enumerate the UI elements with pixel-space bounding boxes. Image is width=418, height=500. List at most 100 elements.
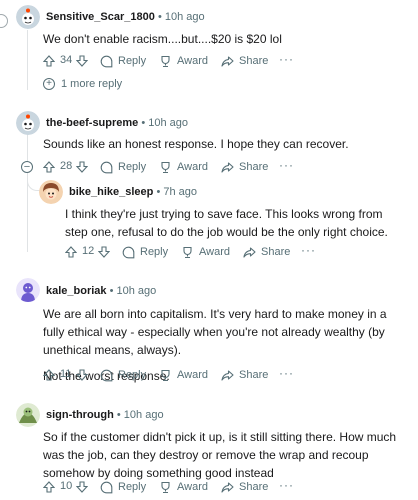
username[interactable]: the-beef-supreme [46, 117, 138, 129]
share-button[interactable]: Share [221, 478, 268, 496]
comment-author[interactable]: Sensitive_Scar_1800 • 10h ago [46, 11, 205, 23]
username[interactable]: bike_hike_sleep [69, 186, 153, 198]
upvote-icon [43, 161, 55, 173]
upvote-icon [43, 369, 55, 381]
downvote-icon [98, 246, 110, 258]
award-icon [161, 481, 170, 493]
upvote-button[interactable] [43, 158, 55, 176]
more-options-icon[interactable]: ··· [279, 158, 294, 172]
avatar[interactable] [16, 278, 40, 302]
reply-button[interactable]: Reply [100, 52, 146, 70]
reply-button[interactable]: Reply [100, 478, 146, 496]
comment-actions: 10 Reply Award Share ··· [43, 478, 403, 496]
comment-author[interactable]: sign-through • 10h ago [46, 409, 164, 421]
share-icon [221, 369, 234, 381]
share-icon [221, 481, 234, 493]
award-button[interactable]: Award [159, 366, 208, 384]
comment-actions: 11 Reply Award Share ··· [43, 366, 403, 384]
share-label: Share [261, 246, 291, 258]
upvote-button[interactable] [43, 366, 55, 384]
award-button[interactable]: Award [159, 478, 208, 496]
avatar[interactable] [16, 403, 40, 427]
award-icon [161, 55, 170, 67]
collapse-thread-button[interactable]: − [21, 161, 33, 173]
award-label: Award [177, 481, 208, 493]
comment-text: So if the customer didn't pick it up, is… [43, 430, 397, 480]
share-icon [221, 55, 234, 67]
avatar[interactable] [16, 5, 40, 29]
more-options-icon[interactable]: ··· [279, 366, 294, 380]
award-label: Award [199, 246, 230, 258]
comment-bubble-icon [100, 481, 113, 493]
comment-author[interactable]: bike_hike_sleep • 7h ago [69, 186, 197, 198]
more-options-icon[interactable]: ··· [301, 243, 316, 257]
more-options-icon[interactable]: ··· [279, 52, 294, 66]
comment-bubble-icon [100, 55, 113, 67]
award-icon [161, 369, 170, 381]
upvote-button[interactable] [65, 243, 77, 261]
share-button[interactable]: Share [221, 366, 268, 384]
comment-author[interactable]: kale_boriak • 10h ago [46, 285, 156, 297]
comment-text: Sounds like an honest response. I hope t… [43, 137, 349, 151]
plus-icon: + [43, 78, 55, 90]
downvote-button[interactable] [76, 158, 88, 176]
comment-bubble-icon [122, 246, 135, 258]
comment-body: Sounds like an honest response. I hope t… [43, 135, 403, 153]
share-label: Share [239, 55, 269, 67]
username[interactable]: sign-through [46, 409, 114, 421]
downvote-icon [76, 369, 88, 381]
award-button[interactable]: Award [159, 158, 208, 176]
comment-bubble-icon [100, 161, 113, 173]
parent-thread-toggle[interactable] [0, 14, 8, 28]
comment-actions: 28 Reply Award Share ··· [43, 158, 403, 176]
reply-label: Reply [118, 161, 147, 173]
reply-button[interactable]: Reply [122, 243, 168, 261]
username[interactable]: Sensitive_Scar_1800 [46, 11, 155, 23]
comment-body: So if the customer didn't pick it up, is… [43, 428, 411, 482]
upvote-button[interactable] [43, 478, 55, 496]
share-button[interactable]: Share [221, 158, 268, 176]
more-replies-link[interactable]: + 1 more reply [43, 78, 122, 90]
reply-label: Reply [118, 481, 147, 493]
timestamp: • 10h ago [141, 117, 189, 129]
comment-actions: 34 Reply Award Share ··· [43, 52, 403, 70]
downvote-button[interactable] [76, 366, 88, 384]
avatar[interactable] [39, 180, 63, 204]
share-label: Share [239, 369, 269, 381]
comment-body: I think they're just trying to save face… [65, 205, 395, 241]
share-button[interactable]: Share [221, 52, 268, 70]
reply-label: Reply [118, 55, 147, 67]
reply-button[interactable]: Reply [100, 366, 146, 384]
award-icon [183, 246, 192, 258]
award-button[interactable]: Award [181, 243, 230, 261]
reply-button[interactable]: Reply [100, 158, 146, 176]
vote-count: 11 [60, 368, 72, 380]
share-label: Share [239, 161, 269, 173]
more-replies-label: 1 more reply [61, 78, 123, 90]
downvote-button[interactable] [98, 243, 110, 261]
upvote-button[interactable] [43, 52, 55, 70]
award-icon [161, 161, 170, 173]
award-button[interactable]: Award [159, 52, 208, 70]
share-icon [243, 246, 256, 258]
award-label: Award [177, 161, 208, 173]
upvote-icon [65, 246, 77, 258]
comment-text: We don't enable racism....but....$20 is … [43, 32, 282, 46]
thread-line [27, 30, 28, 90]
timestamp: • 10h ago [157, 11, 205, 23]
downvote-button[interactable] [76, 478, 88, 496]
avatar[interactable] [16, 111, 40, 135]
downvote-icon [76, 481, 88, 493]
award-label: Award [177, 55, 208, 67]
more-options-icon[interactable]: ··· [279, 478, 294, 492]
upvote-icon [43, 55, 55, 67]
vote-count: 34 [60, 54, 73, 66]
share-button[interactable]: Share [243, 243, 290, 261]
comment-author[interactable]: the-beef-supreme • 10h ago [46, 117, 188, 129]
timestamp: • 10h ago [109, 285, 157, 297]
username[interactable]: kale_boriak [46, 285, 107, 297]
downvote-button[interactable] [76, 52, 88, 70]
vote-count: 10 [60, 480, 73, 492]
vote-count: 12 [82, 245, 95, 257]
share-label: Share [239, 481, 269, 493]
